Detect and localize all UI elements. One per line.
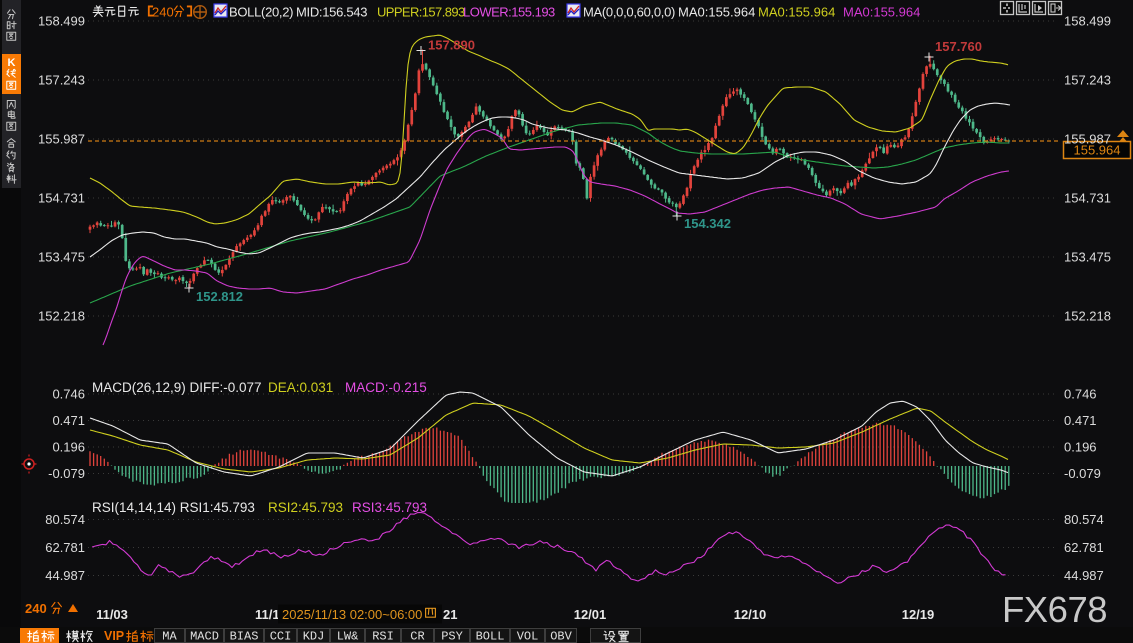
svg-text:240: 240	[152, 5, 174, 20]
svg-text:157.760: 157.760	[935, 39, 982, 54]
svg-text:RSI2:45.793: RSI2:45.793	[268, 500, 343, 515]
svg-text:MACD:-0.215: MACD:-0.215	[345, 380, 427, 395]
svg-text:FX678: FX678	[1002, 589, 1107, 630]
svg-text:0.471: 0.471	[1064, 413, 1097, 428]
svg-text:MA0:155.964: MA0:155.964	[843, 5, 920, 20]
svg-text:-0.079: -0.079	[48, 466, 85, 481]
svg-text:157.243: 157.243	[38, 73, 85, 88]
svg-text:240: 240	[25, 601, 47, 616]
svg-text:PSY: PSY	[441, 630, 463, 643]
svg-text:154.731: 154.731	[1064, 191, 1111, 206]
svg-text:UPPER:157.893: UPPER:157.893	[377, 5, 465, 20]
svg-text:MACD: MACD	[190, 630, 219, 643]
svg-text:0.746: 0.746	[1064, 387, 1097, 402]
svg-text:MID:156.543: MID:156.543	[296, 5, 367, 20]
svg-text:2025/11/13 02:00~06:00: 2025/11/13 02:00~06:00	[282, 607, 422, 622]
svg-text:158.499: 158.499	[38, 14, 85, 29]
svg-text:RSI3:45.793: RSI3:45.793	[352, 500, 427, 515]
svg-text:157.890: 157.890	[428, 38, 475, 53]
svg-text:152.218: 152.218	[38, 309, 85, 324]
svg-text:OBV: OBV	[550, 630, 572, 643]
svg-text:BOLL(20,2): BOLL(20,2)	[229, 5, 293, 20]
svg-text:80.574: 80.574	[45, 512, 85, 527]
svg-text:11/1: 11/1	[255, 607, 280, 622]
svg-text:155.987: 155.987	[1064, 132, 1111, 147]
svg-text:CCI: CCI	[270, 630, 292, 643]
svg-text:BIAS: BIAS	[230, 630, 259, 643]
svg-text:RSI(14,14,14) RSI1:45.793: RSI(14,14,14) RSI1:45.793	[92, 500, 255, 515]
svg-text:44.987: 44.987	[1064, 568, 1104, 583]
svg-text:MA(0,0,0,60,0,0): MA(0,0,0,60,0,0)	[583, 5, 675, 20]
svg-text:44.987: 44.987	[45, 568, 85, 583]
svg-text:MA0:155.964: MA0:155.964	[758, 5, 835, 20]
svg-text:12/01: 12/01	[574, 607, 607, 622]
svg-text:LW&: LW&	[337, 630, 359, 643]
svg-text:12/19: 12/19	[902, 607, 935, 622]
svg-text:157.243: 157.243	[1064, 73, 1111, 88]
svg-text:11/03: 11/03	[96, 607, 128, 622]
svg-text:0.471: 0.471	[52, 413, 85, 428]
svg-text:MA0:155.964: MA0:155.964	[678, 5, 755, 20]
svg-text:153.475: 153.475	[38, 250, 85, 265]
svg-text:154.342: 154.342	[684, 216, 731, 231]
svg-text:152.218: 152.218	[1064, 309, 1111, 324]
svg-text:MA: MA	[162, 630, 177, 643]
svg-text:154.731: 154.731	[38, 191, 85, 206]
svg-text:K: K	[8, 57, 16, 69]
svg-text:VOL: VOL	[517, 630, 539, 643]
svg-text:VIP: VIP	[104, 629, 124, 643]
svg-text:153.475: 153.475	[1064, 250, 1111, 265]
svg-text:RSI: RSI	[372, 630, 394, 643]
svg-text:80.574: 80.574	[1064, 512, 1104, 527]
svg-text:CR: CR	[410, 630, 424, 643]
svg-text:0.196: 0.196	[1064, 440, 1097, 455]
svg-text:12/10: 12/10	[734, 607, 767, 622]
svg-text:LOWER:155.193: LOWER:155.193	[463, 5, 555, 20]
svg-text:155.987: 155.987	[38, 132, 85, 147]
svg-text:DEA:0.031: DEA:0.031	[268, 380, 333, 395]
svg-text:MACD(26,12,9) DIFF:-0.077: MACD(26,12,9) DIFF:-0.077	[92, 380, 262, 395]
svg-text:KDJ: KDJ	[303, 630, 325, 643]
svg-text:62.781: 62.781	[45, 540, 85, 555]
svg-text:158.499: 158.499	[1064, 14, 1111, 29]
svg-text:0.196: 0.196	[52, 440, 85, 455]
svg-text:0.746: 0.746	[52, 387, 85, 402]
svg-text:62.781: 62.781	[1064, 540, 1104, 555]
svg-text:152.812: 152.812	[196, 289, 243, 304]
svg-text:BOLL: BOLL	[476, 630, 505, 643]
svg-text:21: 21	[443, 607, 457, 622]
svg-text:-0.079: -0.079	[1064, 466, 1101, 481]
